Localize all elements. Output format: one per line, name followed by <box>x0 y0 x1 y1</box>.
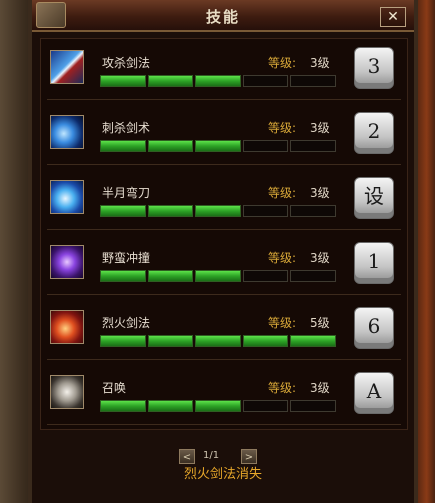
progress-segment <box>290 400 336 412</box>
prev-page-button[interactable]: < <box>179 449 195 464</box>
level-value: 5级 <box>310 316 330 330</box>
level-value: 3级 <box>310 56 330 70</box>
skill-list: 攻杀剑法 等级: 3级 3 刺杀剑术 等级: 3级 2 半月弯刀 等级: 3级设野蛮冲撞 等级: 3级 1… <box>40 38 408 430</box>
level-value: 3级 <box>310 186 330 200</box>
progress-segment <box>290 140 336 152</box>
level-label: 等级: <box>268 56 297 70</box>
progress-segment <box>242 140 289 152</box>
hotkey-button[interactable]: 设 <box>354 177 394 219</box>
progress-segment <box>147 75 194 87</box>
skill-name: 召唤 <box>102 381 127 395</box>
level-label: 等级: <box>268 316 297 330</box>
progress-segment <box>147 140 194 152</box>
hotkey-button[interactable]: 3 <box>354 47 394 89</box>
skill-name: 攻杀剑法 <box>102 56 151 70</box>
progress-segment <box>100 400 146 412</box>
progress-segment <box>147 400 194 412</box>
progress-segment <box>100 75 146 87</box>
progress-segment <box>242 75 289 87</box>
progress-segment <box>147 270 194 282</box>
close-button[interactable]: ✕ <box>380 7 406 27</box>
skill-name: 半月弯刀 <box>102 186 151 200</box>
page-indicator: 1/1 <box>203 450 220 461</box>
progress-segment <box>195 75 241 87</box>
skill-progress-bar <box>100 270 336 282</box>
level-label: 等级: <box>268 251 297 265</box>
progress-segment <box>195 205 241 217</box>
skill-row[interactable]: 野蛮冲撞 等级: 3级 1 <box>47 236 401 295</box>
level-value: 3级 <box>310 121 330 135</box>
skill-progress-bar <box>100 205 336 217</box>
skill-progress-bar <box>100 75 336 87</box>
progress-segment <box>195 140 241 152</box>
skill-row[interactable]: 攻杀剑法 等级: 3级 3 <box>47 41 401 100</box>
skill-name: 烈火剑法 <box>102 316 151 330</box>
progress-segment <box>290 75 336 87</box>
hotkey-button[interactable]: 2 <box>354 112 394 154</box>
progress-segment <box>290 270 336 282</box>
purple-figure-icon[interactable] <box>50 245 84 279</box>
progress-segment <box>242 400 289 412</box>
progress-segment <box>147 335 194 347</box>
level-label: 等级: <box>268 381 297 395</box>
blue-slash-icon[interactable] <box>50 115 84 149</box>
level-value: 3级 <box>310 251 330 265</box>
progress-segment <box>100 335 146 347</box>
skill-progress-bar <box>100 335 336 347</box>
skill-row[interactable]: 刺杀剑术 等级: 3级 2 <box>47 106 401 165</box>
progress-segment <box>147 205 194 217</box>
skill-window: 技能 ✕ 攻杀剑法 等级: 3级 3 刺杀剑术 等级: 3级 2 半月弯刀 等级: 3级设野蛮冲撞等… <box>28 0 418 503</box>
progress-segment <box>242 270 289 282</box>
progress-segment <box>290 335 336 347</box>
fire-sword-icon[interactable] <box>50 310 84 344</box>
hotkey-button[interactable]: 6 <box>354 307 394 349</box>
sword-thrust-icon[interactable] <box>50 50 84 84</box>
title-bar[interactable]: 技能 ✕ <box>32 0 414 32</box>
hotkey-button[interactable]: 1 <box>354 242 394 284</box>
progress-segment <box>100 270 146 282</box>
progress-segment <box>195 400 241 412</box>
skill-name: 野蛮冲撞 <box>102 251 151 265</box>
skill-row[interactable]: 半月弯刀 等级: 3级 设 <box>47 171 401 230</box>
next-page-button[interactable]: > <box>241 449 257 464</box>
level-value: 3级 <box>310 381 330 395</box>
skill-name: 刺杀剑术 <box>102 121 151 135</box>
skill-progress-bar <box>100 400 336 412</box>
skill-row[interactable]: 召唤 等级: 3级 A <box>47 366 401 425</box>
progress-segment <box>195 270 241 282</box>
crescent-blade-icon[interactable] <box>50 180 84 214</box>
progress-segment <box>242 205 289 217</box>
progress-segment <box>290 205 336 217</box>
level-label: 等级: <box>268 121 297 135</box>
progress-segment <box>195 335 241 347</box>
window-title: 技能 <box>205 8 240 26</box>
skill-row[interactable]: 烈火剑法 等级: 5级 6 <box>47 301 401 360</box>
progress-segment <box>100 205 146 217</box>
progress-segment <box>242 335 289 347</box>
status-message: 烈火剑法消失 <box>183 467 262 482</box>
summon-skull-icon[interactable] <box>50 375 84 409</box>
level-label: 等级: <box>268 186 297 200</box>
hotkey-button[interactable]: A <box>354 372 394 414</box>
progress-segment <box>100 140 146 152</box>
skill-progress-bar <box>100 140 336 152</box>
